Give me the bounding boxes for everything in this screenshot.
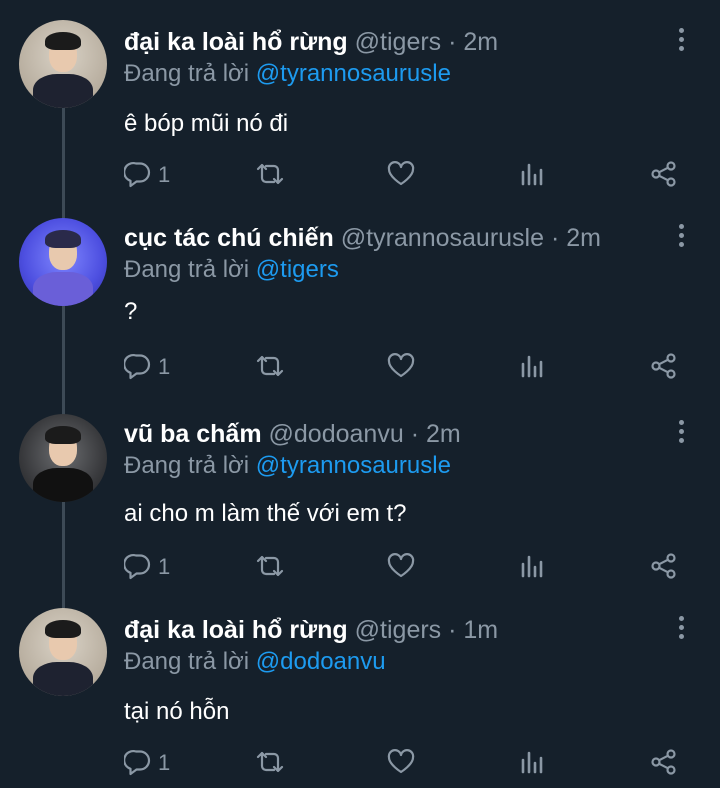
timestamp[interactable]: · 2m [448, 28, 498, 56]
share-icon [651, 749, 676, 775]
more-icon[interactable] [676, 224, 688, 250]
heart-icon [387, 749, 415, 774]
stats-icon [521, 555, 543, 578]
retweet-button[interactable] [254, 748, 286, 778]
author-name[interactable]: đại ka loài hổ rừng [124, 616, 348, 644]
share-button[interactable] [650, 748, 678, 778]
share-button[interactable] [650, 352, 678, 382]
retweet-button[interactable] [254, 160, 286, 190]
like-button[interactable] [386, 160, 416, 190]
stats-button[interactable] [518, 160, 546, 190]
reply-button[interactable]: 1 [124, 748, 174, 778]
tweet-text: ? [124, 298, 138, 325]
reply-prefix: Đang trả lời [124, 452, 250, 479]
avatar[interactable] [19, 218, 107, 306]
heart-icon [387, 553, 415, 578]
reply-icon [124, 553, 151, 580]
author-name[interactable]: đại ka loài hổ rừng [124, 28, 348, 56]
reply-icon [124, 749, 151, 776]
avatar[interactable] [19, 20, 107, 108]
reply-icon [124, 161, 151, 188]
like-button[interactable] [386, 748, 416, 778]
tweet[interactable]: đại ka loài hổ rừng @tigers · 2m Đang tr… [0, 0, 720, 200]
reply-to-handle[interactable]: @tyrannosaurusle [256, 452, 451, 479]
stats-button[interactable] [518, 748, 546, 778]
reply-count: 1 [158, 162, 171, 187]
heart-icon [387, 353, 415, 378]
heart-icon [387, 161, 415, 186]
reply-count: 1 [158, 750, 171, 775]
more-icon[interactable] [676, 420, 688, 446]
like-button[interactable] [386, 352, 416, 382]
action-bar: 1 [0, 352, 720, 382]
like-button[interactable] [386, 552, 416, 582]
tweet[interactable]: vũ ba chấm @dodoanvu · 2m Đang trả lời @… [0, 396, 720, 592]
retweet-icon [256, 163, 284, 185]
reply-button[interactable]: 1 [124, 552, 174, 582]
more-icon[interactable] [676, 616, 688, 642]
author-handle[interactable]: @dodoanvu [269, 420, 404, 448]
retweet-button[interactable] [254, 352, 286, 382]
tweet[interactable]: đại ka loài hổ rừng @tigers · 1m Đang tr… [0, 592, 720, 788]
stats-icon [521, 163, 543, 186]
timestamp[interactable]: · 1m [448, 616, 498, 644]
reply-prefix: Đang trả lời [124, 648, 250, 675]
retweet-icon [256, 555, 284, 577]
more-icon[interactable] [676, 28, 688, 54]
timestamp[interactable]: · 2m [411, 420, 461, 448]
reply-icon [124, 353, 151, 380]
avatar[interactable] [19, 608, 107, 696]
retweet-icon [256, 751, 284, 773]
stats-icon [521, 751, 543, 774]
share-icon [651, 353, 676, 379]
action-bar: 1 [0, 748, 720, 778]
stats-button[interactable] [518, 352, 546, 382]
action-bar: 1 [0, 552, 720, 582]
action-bar: 1 [0, 160, 720, 190]
tweet[interactable]: cục tác chú chiến @tyrannosaurusle · 2m … [0, 200, 720, 396]
reply-prefix: Đang trả lời [124, 256, 250, 283]
author-handle[interactable]: @tyrannosaurusle [341, 224, 544, 252]
reply-button[interactable]: 1 [124, 352, 174, 382]
share-button[interactable] [650, 160, 678, 190]
reply-count: 1 [158, 354, 171, 379]
author-handle[interactable]: @tigers [355, 28, 442, 56]
reply-button[interactable]: 1 [124, 160, 174, 190]
retweet-button[interactable] [254, 552, 286, 582]
retweet-icon [256, 355, 284, 377]
share-icon [651, 553, 676, 579]
author-name[interactable]: cục tác chú chiến [124, 224, 334, 252]
reply-prefix: Đang trả lời [124, 60, 250, 87]
share-button[interactable] [650, 552, 678, 582]
share-icon [651, 161, 676, 187]
reply-to-handle[interactable]: @tigers [256, 256, 339, 283]
tweet-text: ai cho m làm thế với em t? [124, 500, 407, 527]
author-handle[interactable]: @tigers [355, 616, 442, 644]
timestamp[interactable]: · 2m [551, 224, 601, 252]
reply-count: 1 [158, 554, 171, 579]
reply-to-handle[interactable]: @dodoanvu [256, 648, 386, 675]
tweet-text: ê bóp mũi nó đi [124, 110, 289, 137]
stats-button[interactable] [518, 552, 546, 582]
author-name[interactable]: vũ ba chấm [124, 420, 262, 448]
tweet-text: tại nó hỗn [124, 698, 230, 725]
avatar[interactable] [19, 414, 107, 502]
reply-to-handle[interactable]: @tyrannosaurusle [256, 60, 451, 87]
stats-icon [521, 355, 543, 378]
